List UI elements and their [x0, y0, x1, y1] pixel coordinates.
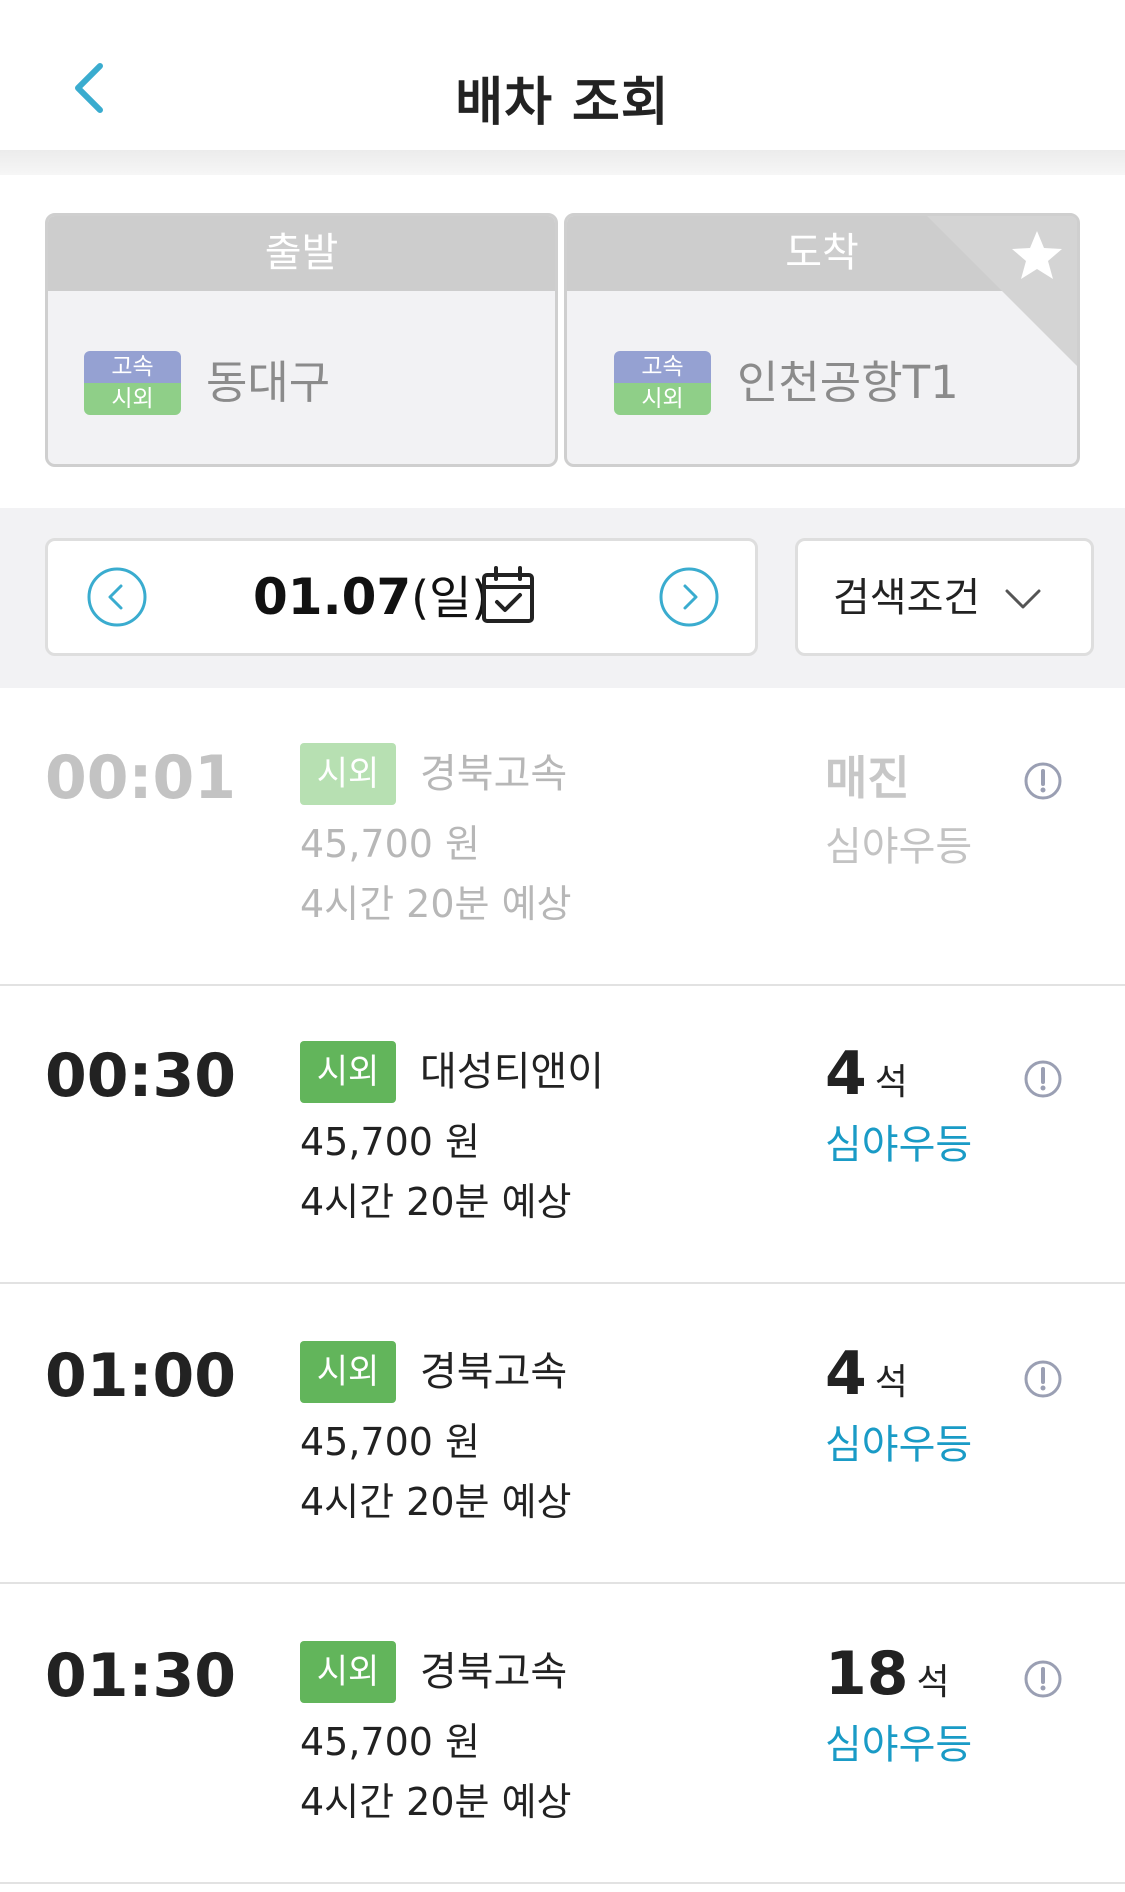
seat-unit: 석 [874, 1062, 908, 1103]
bus-grade: 심야우등 [825, 1722, 973, 1768]
info-icon [1024, 1060, 1062, 1098]
chevron-right-circle-icon [659, 567, 719, 627]
page-title: 배차 조회 [455, 73, 670, 133]
search-condition-label: 검색조건 [833, 575, 981, 621]
fare: 45,700 원 [300, 1120, 481, 1164]
bus-type-badge: 시외 [300, 1641, 396, 1703]
departure-body: 고속 시외 동대구 [48, 291, 555, 464]
departure-time: 01:30 [45, 1641, 236, 1711]
chevron-down-icon [1003, 579, 1043, 619]
express-badge: 고속 [614, 351, 711, 383]
bus-row[interactable]: 01:00 시외 경북고속 45,700 원 4시간 20분 예상 4석 심야우… [0, 1286, 1125, 1584]
bus-company: 경북고속 [420, 1349, 568, 1395]
departure-label: 출발 [48, 216, 555, 291]
bus-type-badge: 시외 [300, 1041, 396, 1103]
soldout-status: 매진 [825, 751, 910, 805]
departure-time: 00:01 [45, 743, 236, 813]
departure-card[interactable]: 출발 고속 시외 동대구 [45, 213, 558, 467]
next-date-button[interactable] [658, 566, 720, 628]
search-condition-dropdown[interactable]: 검색조건 [795, 538, 1094, 656]
departure-time: 00:30 [45, 1041, 236, 1111]
date-weekday: (일) [411, 571, 490, 625]
bus-company: 대성티앤이 [420, 1049, 604, 1095]
travel-duration: 4시간 20분 예상 [300, 882, 572, 926]
fare: 45,700 원 [300, 1420, 481, 1464]
info-button[interactable] [1023, 761, 1063, 801]
header-divider [0, 150, 1125, 175]
seat-count: 4 [825, 1039, 867, 1109]
bus-type-badge: 시외 [300, 743, 396, 805]
bus-row[interactable]: 01:30 시외 경북고속 45,700 원 4시간 20분 예상 18 석 심야… [0, 1586, 1125, 1884]
bus-type-badge: 시외 [300, 1341, 396, 1403]
star-icon [1012, 231, 1062, 279]
seat-count: 4 [825, 1339, 867, 1409]
bus-grade: 심야우등 [825, 824, 973, 870]
bus-company: 경북고속 [420, 1649, 568, 1695]
departure-time: 01:00 [45, 1341, 236, 1411]
bus-company: 경북고속 [420, 751, 568, 797]
info-icon [1024, 762, 1062, 800]
terminal-type-badge: 고속 시외 [614, 351, 711, 415]
travel-duration: 4시간 20분 예상 [300, 1180, 572, 1224]
calendar-button[interactable] [480, 565, 536, 625]
bus-row[interactable]: 00:01 시외 경북고속 45,700 원 4시간 20분 예상 매진 심야우… [0, 688, 1125, 986]
prev-date-button[interactable] [86, 566, 148, 628]
travel-duration: 4시간 20분 예상 [300, 1480, 572, 1524]
app-header: 배차 조회 [0, 0, 1125, 175]
fare: 45,700 원 [300, 822, 481, 866]
chevron-left-circle-icon [87, 567, 147, 627]
info-icon [1024, 1360, 1062, 1398]
date-selector: 01.07(일) [45, 538, 758, 656]
date-value: 01.07 [253, 568, 412, 626]
arrival-card[interactable]: 도착 고속 시외 인천공항T1 [564, 213, 1080, 467]
departure-place: 동대구 [206, 356, 331, 409]
intercity-badge: 시외 [614, 383, 711, 415]
seat-unit: 석 [874, 1362, 908, 1403]
express-badge: 고속 [84, 351, 181, 383]
arrival-place: 인천공항T1 [737, 356, 959, 409]
seat-unit: 석 [916, 1662, 950, 1703]
bus-row[interactable]: 00:30 시외 대성티앤이 45,700 원 4시간 20분 예상 4석 심야… [0, 986, 1125, 1284]
fare: 45,700 원 [300, 1720, 481, 1764]
intercity-badge: 시외 [84, 383, 181, 415]
bus-grade: 심야우등 [825, 1122, 973, 1168]
info-button[interactable] [1023, 1659, 1063, 1699]
terminal-type-badge: 고속 시외 [84, 351, 181, 415]
info-button[interactable] [1023, 1059, 1063, 1099]
bus-grade: 심야우등 [825, 1422, 973, 1468]
seat-count: 18 [825, 1639, 909, 1709]
info-icon [1024, 1660, 1062, 1698]
calendar-check-icon [482, 566, 534, 623]
selected-date[interactable]: 01.07(일) [253, 565, 489, 630]
info-button[interactable] [1023, 1359, 1063, 1399]
travel-duration: 4시간 20분 예상 [300, 1780, 572, 1824]
favorite-button[interactable] [1007, 226, 1067, 286]
